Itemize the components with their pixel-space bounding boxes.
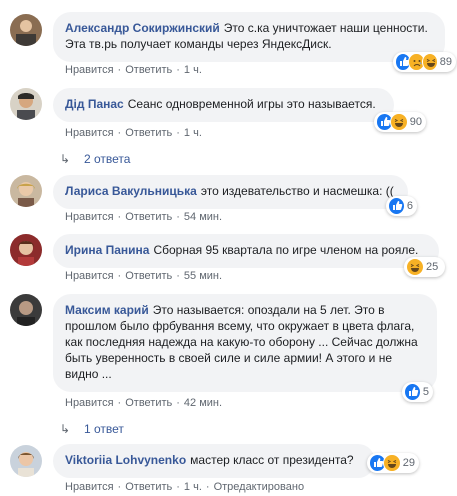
comment-author[interactable]: Ирина Панина	[65, 243, 149, 257]
comment-text: это издевательство и насмешка: ((	[200, 184, 394, 198]
avatar[interactable]	[10, 88, 42, 120]
comment-author[interactable]: Максим карий	[65, 303, 149, 317]
like-link[interactable]: Нравится	[65, 481, 114, 493]
reaction-count: 29	[402, 457, 415, 469]
edited-label[interactable]: Отредактировано	[214, 481, 305, 493]
comment-bubble: Viktoriia Lohvynenko мастер класс от през…	[53, 444, 375, 478]
reactions-summary[interactable]: 6	[386, 196, 417, 216]
like-link[interactable]: Нравится	[65, 270, 114, 282]
comment-time[interactable]: 55 мин.	[184, 270, 222, 282]
reaction-count: 25	[426, 261, 439, 273]
comment-bubble: Ирина Панина Сборная 95 квартала по игре …	[53, 234, 439, 268]
avatar[interactable]	[10, 445, 42, 477]
avatar[interactable]	[10, 175, 42, 207]
view-replies-link[interactable]: ↳ 2 ответа	[60, 151, 130, 167]
reply-link[interactable]: Ответить	[125, 481, 172, 493]
comment-author[interactable]: Viktoriia Lohvynenko	[65, 453, 186, 467]
like-link[interactable]: Нравится	[65, 211, 114, 223]
replies-count[interactable]: 2 ответа	[84, 152, 130, 166]
reply-link[interactable]: Ответить	[125, 64, 172, 76]
comment-actions: Нравится · Ответить · 54 мин.	[65, 211, 223, 223]
reply-link[interactable]: Ответить	[125, 270, 172, 282]
view-replies-link[interactable]: ↳ 1 ответ	[60, 421, 124, 437]
comment-time[interactable]: 1 ч.	[184, 64, 202, 76]
avatar[interactable]	[10, 14, 42, 46]
reply-link[interactable]: Ответить	[125, 211, 172, 223]
comment-time[interactable]: 1 ч.	[184, 481, 202, 493]
reaction-count: 89	[439, 56, 452, 68]
reactions-summary[interactable]: 89	[393, 52, 456, 72]
haha-icon	[421, 53, 438, 71]
haha-icon	[383, 454, 401, 472]
avatar[interactable]	[10, 294, 42, 326]
comment-author[interactable]: Александр Сокиржинский	[65, 21, 220, 35]
comment-time[interactable]: 54 мин.	[184, 211, 222, 223]
reaction-count: 6	[406, 200, 413, 212]
reactions-summary[interactable]: 25	[404, 257, 445, 277]
like-link[interactable]: Нравится	[65, 127, 114, 139]
comment-author[interactable]: Дід Панас	[65, 97, 124, 111]
reactions-summary[interactable]: 5	[402, 382, 433, 402]
like-link[interactable]: Нравится	[65, 397, 114, 409]
comment-actions: Нравится · Ответить · 1 ч.	[65, 64, 202, 76]
like-icon	[404, 383, 421, 401]
like-link[interactable]: Нравится	[65, 64, 114, 76]
reply-arrow-icon: ↳	[60, 422, 71, 436]
reply-link[interactable]: Ответить	[125, 127, 172, 139]
reply-arrow-icon: ↳	[60, 152, 71, 166]
avatar[interactable]	[10, 234, 42, 266]
reaction-count: 5	[422, 386, 429, 398]
comment-actions: Нравится · Ответить · 1 ч. · Отредактировано	[65, 481, 305, 493]
reactions-summary[interactable]: 90	[374, 112, 426, 132]
comment-actions: Нравится · Ответить · 1 ч.	[65, 127, 202, 139]
reaction-count: 90	[409, 116, 422, 128]
comment-text: Сеанс одновременной игры это называется.	[127, 97, 376, 111]
reactions-summary[interactable]: 29	[367, 453, 419, 473]
replies-count[interactable]: 1 ответ	[84, 422, 124, 436]
comment-bubble: Дід Панас Сеанс одновременной игры это на…	[53, 88, 394, 122]
comment-actions: Нравится · Ответить · 55 мин.	[65, 270, 223, 282]
comment-author[interactable]: Лариса Вакульницька	[65, 184, 197, 198]
comment-bubble: Лариса Вакульницька это издевательство и …	[53, 175, 408, 209]
comment-text: Сборная 95 квартала по игре членом на ро…	[153, 243, 419, 257]
comment-time[interactable]: 1 ч.	[184, 127, 202, 139]
haha-icon	[406, 258, 424, 276]
reply-link[interactable]: Ответить	[125, 397, 172, 409]
haha-icon	[390, 113, 408, 131]
comment-actions: Нравится · Ответить · 42 мин.	[65, 397, 223, 409]
comment-bubble: Максим карий Это называется: опоздали на …	[53, 294, 437, 392]
comment-text: мастер класс от президента?	[190, 453, 354, 467]
comment-time[interactable]: 42 мин.	[184, 397, 222, 409]
comment-bubble: Александр Сокиржинский Это с.ка уничтожае…	[53, 12, 445, 62]
like-icon	[388, 197, 405, 215]
